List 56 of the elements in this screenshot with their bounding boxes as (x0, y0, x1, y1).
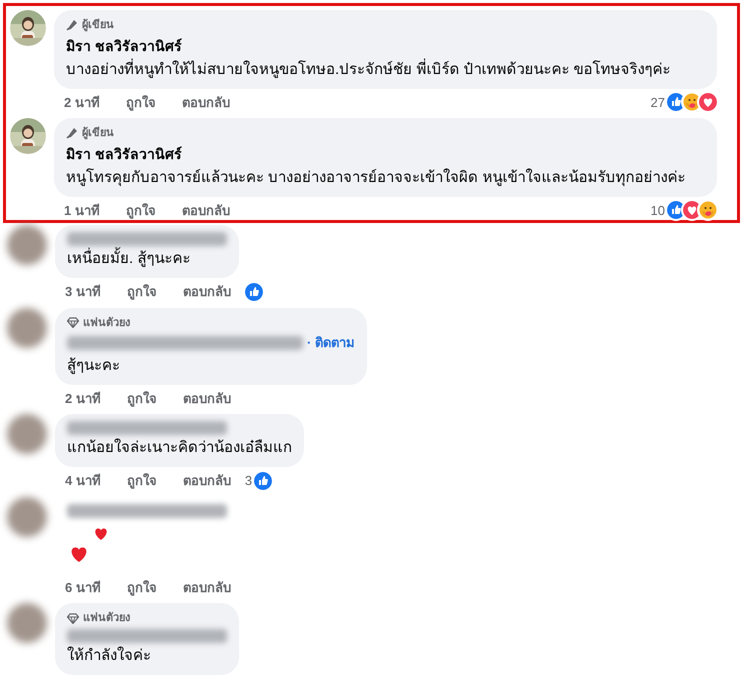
like-icon (254, 472, 272, 490)
hug-emoji-icon (699, 201, 717, 220)
heart-icon (699, 93, 717, 112)
blurred-name[interactable] (67, 336, 303, 350)
avatar[interactable] (7, 225, 47, 265)
badge-label: ผู้เขียน (82, 126, 114, 142)
reply-link[interactable]: ตอบกลับ (182, 471, 231, 490)
like-link[interactable]: ถูกใจ (126, 471, 157, 490)
comment-text: ให้กำลังใจค่ะ (67, 646, 152, 666)
comment-text: สู้ๆนะคะ (67, 356, 121, 376)
reaction-count[interactable]: 10 (650, 200, 665, 220)
diamond-icon (67, 317, 79, 328)
timestamp[interactable]: 4 นาที (65, 471, 101, 490)
like-link[interactable]: ถูกใจ (126, 200, 156, 220)
timestamp[interactable]: 6 นาที (65, 578, 101, 597)
author-name[interactable]: มิรา ชลวิรัลวานิศร์ (66, 36, 182, 56)
reply-link[interactable]: ตอบกลับ (182, 282, 231, 302)
like-icon (667, 93, 685, 112)
pencil-icon (66, 19, 78, 32)
like-link[interactable]: ถูกใจ (126, 388, 157, 408)
blurred-name[interactable] (67, 628, 227, 642)
badge-label: แฟนตัวยง (83, 316, 130, 330)
blurred-name[interactable] (67, 504, 227, 518)
comment-text: แกน้อยใจล่ะเนาะคิดว่าน้องเอ๋ลืมแก (67, 438, 292, 458)
blurred-name[interactable] (67, 232, 227, 246)
like-link[interactable]: ถูกใจ (126, 92, 156, 112)
comment-text: บางอย่างที่หนูทำให้ไม่สบายใจหนูขอโทษอ.ประจักษ์ชัย พี่เบิร์ด ป๋าเทพด้วยนะคะ ขอโทษจริงๆค่ะ (66, 58, 672, 80)
avatar[interactable] (7, 414, 47, 454)
comment-text: เหนื่อยมั้ย. สู้ๆนะคะ (67, 248, 227, 270)
like-icon (244, 282, 263, 301)
timestamp[interactable]: 2 นาที (64, 92, 100, 112)
timestamp[interactable]: 2 นาที (65, 388, 101, 408)
badge-label: ผู้เขียน (82, 18, 114, 34)
reply-link[interactable]: ตอบกลับ (182, 388, 231, 408)
heart-icon (683, 201, 701, 220)
badge-label: แฟนตัวยง (83, 610, 130, 626)
reply-link[interactable]: ตอบกลับ (182, 200, 230, 220)
blurred-name[interactable] (67, 421, 227, 435)
timestamp[interactable]: 1 นาที (64, 200, 100, 220)
hug-emoji-icon (683, 93, 701, 112)
reaction-count[interactable]: 3 (244, 471, 252, 490)
author-name[interactable]: มิรา ชลวิรัลวานิศร์ (66, 144, 182, 164)
like-link[interactable]: ถูกใจ (126, 578, 157, 597)
reply-link[interactable]: ตอบกลับ (182, 578, 231, 597)
comment-text: หนูโทรคุยกับอาจารย์แล้วนะคะ บางอย่างอาจารย์อาจจะเข้าใจผิด หนูเข้าใจและน้อมรับทุกอย่างค่ะ (66, 167, 686, 188)
like-link[interactable]: ถูกใจ (126, 282, 157, 302)
pencil-icon (66, 127, 78, 140)
reaction-count[interactable]: 27 (650, 92, 665, 112)
avatar[interactable] (7, 496, 47, 536)
timestamp[interactable]: 3 นาที (65, 282, 101, 302)
avatar[interactable] (7, 308, 47, 348)
avatar[interactable] (7, 603, 47, 643)
diamond-icon (67, 612, 79, 624)
reply-link[interactable]: ตอบกลับ (182, 92, 230, 112)
follow-link[interactable]: · ติดตาม (307, 333, 355, 352)
like-icon (667, 201, 685, 220)
